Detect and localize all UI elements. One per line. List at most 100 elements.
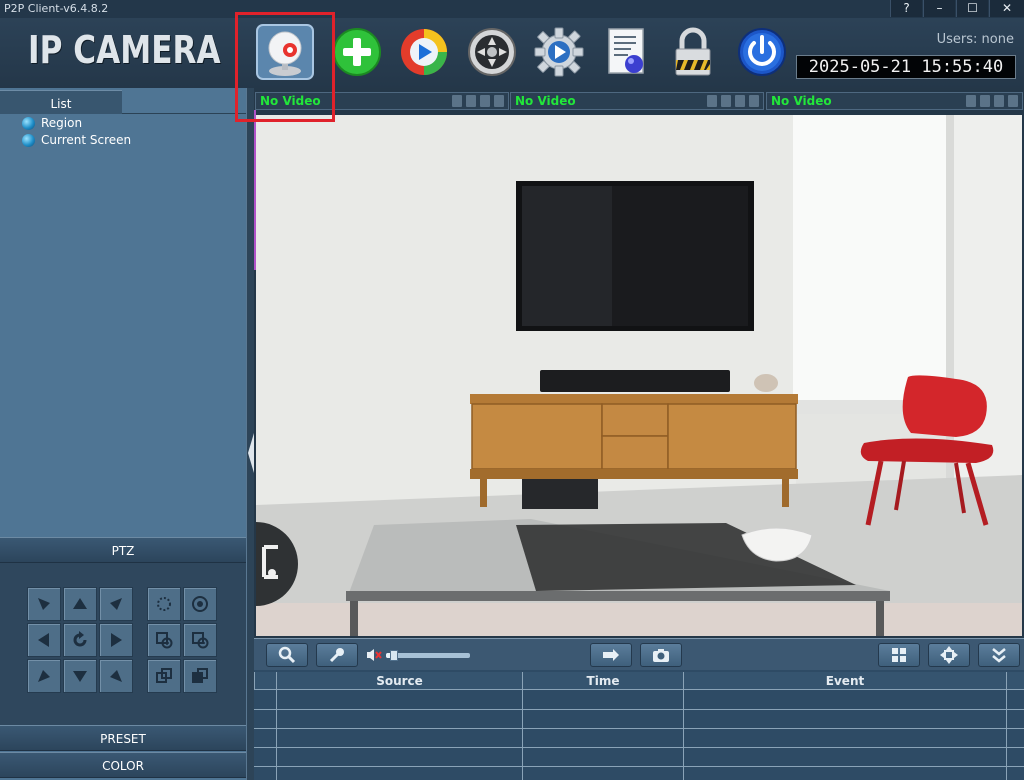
fullscreen-button[interactable]	[928, 643, 970, 667]
tree-item-label: Region	[41, 116, 83, 130]
arrow-up-left-icon	[38, 598, 50, 610]
aperture-icon	[192, 596, 208, 612]
volume-knob[interactable]	[390, 650, 399, 661]
video-pane-header-3[interactable]: No Video	[766, 92, 1023, 110]
tab-divider	[122, 113, 246, 114]
column-header-event[interactable]: Event	[683, 672, 1006, 690]
globe-icon	[22, 117, 35, 130]
ptz-right-button[interactable]	[99, 623, 133, 657]
focus-dotted-icon	[157, 597, 171, 611]
pane-tools	[966, 95, 1018, 107]
tool-icon[interactable]	[452, 95, 462, 107]
camera-view-button[interactable]	[256, 24, 314, 80]
table-row[interactable]	[254, 728, 1024, 729]
video-status: No Video	[771, 94, 832, 108]
iris-close-button[interactable]	[183, 659, 217, 693]
video-pane-header-1[interactable]: No Video	[255, 92, 509, 110]
close-button[interactable]: ✕	[989, 0, 1024, 17]
preset-section-header[interactable]: PRESET	[0, 725, 246, 751]
window-icon[interactable]	[494, 95, 504, 107]
focus-near-button[interactable]	[147, 587, 181, 621]
playback-button[interactable]	[395, 24, 453, 80]
users-label: Users: none	[936, 32, 1014, 47]
focus-far-button[interactable]	[183, 587, 217, 621]
video-status: No Video	[515, 94, 576, 108]
column-header-spacer	[1006, 672, 1024, 690]
grid-icon	[892, 648, 906, 662]
camera-feed-image[interactable]	[256, 115, 1022, 636]
video-pane-header-2[interactable]: No Video	[510, 92, 764, 110]
window-icon[interactable]	[1008, 95, 1018, 107]
ptz-section-header[interactable]: PTZ	[0, 537, 246, 563]
record-icon[interactable]	[994, 95, 1004, 107]
pane-tools	[452, 95, 504, 107]
control-wheel-icon	[468, 28, 516, 76]
ptz-down-right-button[interactable]	[99, 659, 133, 693]
record-button[interactable]	[590, 643, 632, 667]
speaker-icon[interactable]	[721, 95, 731, 107]
tree-item-region[interactable]: Region	[22, 115, 131, 132]
tree-item-current-screen[interactable]: Current Screen	[22, 132, 131, 149]
gear-icon	[534, 27, 584, 77]
zoom-out-button[interactable]	[183, 623, 217, 657]
speaker-muted-icon[interactable]	[366, 648, 382, 662]
add-device-button[interactable]	[328, 24, 386, 80]
snapshot-button[interactable]	[640, 643, 682, 667]
settings-button[interactable]	[530, 24, 588, 80]
iris-open-button[interactable]	[147, 659, 181, 693]
app-logo: IP CAMERA	[28, 28, 221, 72]
tool-icon[interactable]	[966, 95, 976, 107]
tab-list[interactable]: List	[0, 90, 122, 114]
record-icon[interactable]	[480, 95, 490, 107]
split-screen-button[interactable]	[878, 643, 920, 667]
arrow-up-icon	[73, 598, 87, 609]
table-row[interactable]	[254, 766, 1024, 767]
record-icon[interactable]	[735, 95, 745, 107]
minimize-button[interactable]: –	[923, 0, 955, 17]
lock-button[interactable]	[664, 24, 722, 80]
toolbar: IP CAMERA Users: none 2025-05-21 15:55:4…	[0, 18, 1024, 88]
power-icon	[738, 28, 786, 76]
table-row[interactable]	[254, 709, 1024, 710]
collapse-events-button[interactable]	[978, 643, 1020, 667]
panel-splitter[interactable]	[246, 88, 254, 780]
ptz-left-button[interactable]	[27, 623, 61, 657]
volume-slider[interactable]	[386, 650, 470, 661]
column-header-source[interactable]: Source	[276, 672, 522, 690]
power-button[interactable]	[733, 24, 791, 80]
table-row[interactable]	[254, 747, 1024, 748]
maximize-button[interactable]: ☐	[956, 0, 988, 17]
event-table-header: Source Time Event	[254, 672, 1024, 690]
log-button[interactable]	[598, 24, 656, 80]
title-bar: P2P Client-v6.4.8.2 ? – ☐ ✕	[0, 0, 1024, 18]
color-section-header[interactable]: COLOR	[0, 752, 246, 778]
webcam-icon	[256, 24, 314, 80]
tool-icon[interactable]	[707, 95, 717, 107]
column-header-time[interactable]: Time	[522, 672, 683, 690]
ptz-up-button[interactable]	[63, 587, 97, 621]
living-room-image	[256, 115, 1022, 636]
ptz-down-left-button[interactable]	[27, 659, 61, 693]
ptz-auto-button[interactable]	[63, 623, 97, 657]
document-icon	[608, 28, 644, 74]
zoom-in-button[interactable]	[147, 623, 181, 657]
ptz-up-right-button[interactable]	[99, 587, 133, 621]
zoom-out-icon	[192, 632, 209, 649]
digital-zoom-button[interactable]	[266, 643, 308, 667]
ptz-down-button[interactable]	[63, 659, 97, 693]
layers-icon	[192, 668, 208, 683]
speaker-icon[interactable]	[466, 95, 476, 107]
record-arrow-icon	[603, 649, 619, 661]
help-button[interactable]: ?	[890, 0, 922, 17]
ptz-up-left-button[interactable]	[27, 587, 61, 621]
camera-icon	[653, 649, 669, 662]
globe-icon	[22, 134, 35, 147]
arrow-down-icon	[73, 671, 87, 682]
magnifier-icon	[278, 646, 296, 664]
ptz-wheel-button[interactable]	[463, 24, 521, 80]
window-icon[interactable]	[749, 95, 759, 107]
talk-button[interactable]	[316, 643, 358, 667]
arrow-left-icon	[38, 633, 49, 647]
speaker-icon[interactable]	[980, 95, 990, 107]
rotate-icon	[73, 631, 87, 647]
